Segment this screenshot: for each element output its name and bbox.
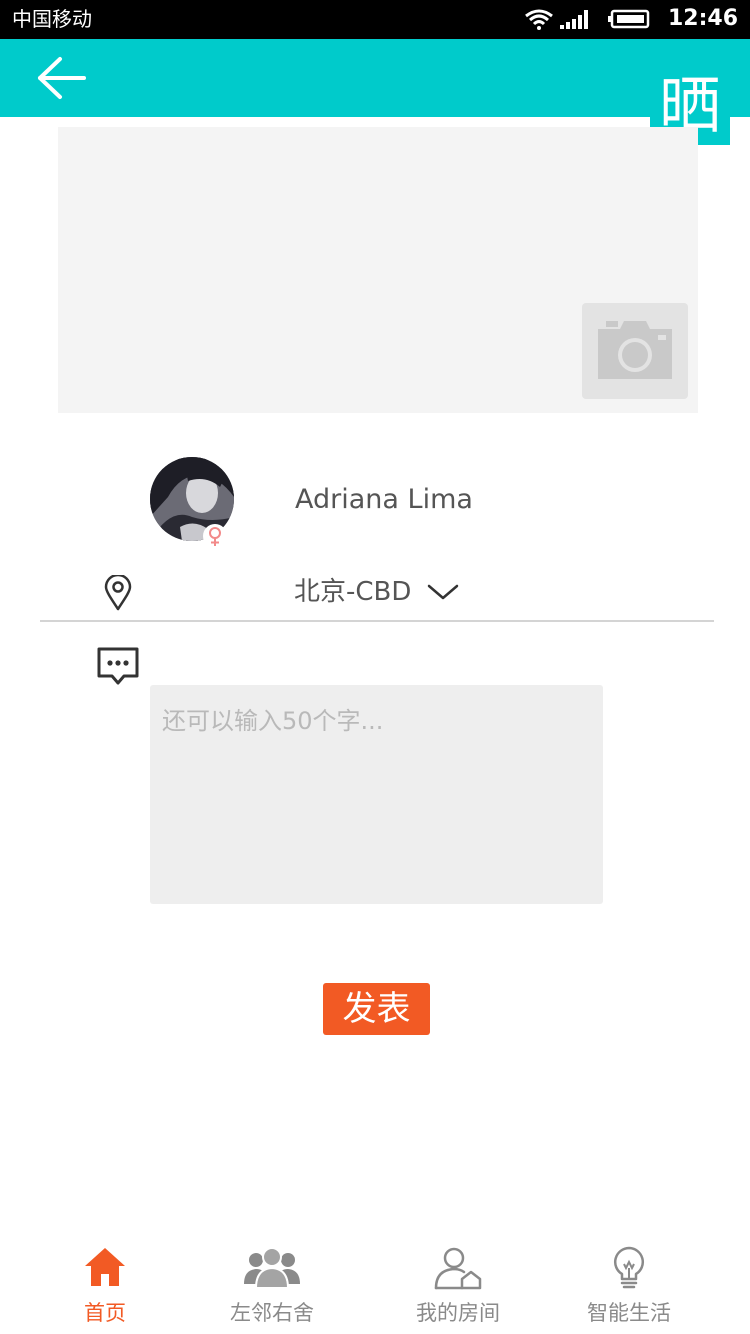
comment-input[interactable]: [150, 685, 603, 904]
user-name: Adriana Lima: [295, 484, 473, 515]
location-value: 北京-CBD: [294, 577, 412, 607]
my-room-icon: [434, 1247, 482, 1290]
camera-button[interactable]: [582, 303, 688, 399]
lightbulb-icon: [613, 1246, 645, 1289]
location-pin-icon: [104, 575, 132, 611]
female-icon: [209, 527, 221, 546]
status-icons: 12:46: [524, 6, 738, 32]
tab-bar: 首页 左邻右舍 我的房间 智能生活: [0, 1234, 750, 1334]
tab-home-label: 首页: [84, 1301, 126, 1325]
chevron-down-icon: [428, 584, 459, 600]
nav-bar: [0, 39, 750, 117]
tab-smart-life-label: 智能生活: [587, 1301, 671, 1325]
tab-neighbors-label: 左邻右舍: [230, 1301, 314, 1325]
tab-smart-life[interactable]: 智能生活: [574, 1244, 684, 1330]
divider: [40, 620, 714, 622]
back-button[interactable]: [34, 55, 90, 101]
signal-icon: [559, 10, 588, 29]
camera-icon: [598, 321, 672, 379]
publish-button[interactable]: 发表: [323, 983, 430, 1035]
home-icon: [85, 1248, 125, 1286]
tab-neighbors[interactable]: 左邻右舍: [217, 1244, 327, 1330]
photo-area[interactable]: [58, 127, 698, 413]
message-icon: [97, 647, 139, 685]
battery-icon: [607, 9, 650, 29]
back-arrow-icon: [38, 57, 86, 99]
tab-my-room-label: 我的房间: [416, 1301, 500, 1325]
gender-female-badge: [203, 524, 227, 548]
carrier-name: 中国移动: [12, 7, 92, 31]
location-select[interactable]: 北京-CBD: [294, 574, 459, 610]
status-time: 12:46: [667, 6, 738, 31]
tab-my-room[interactable]: 我的房间: [403, 1244, 513, 1330]
wifi-icon: [525, 9, 553, 30]
status-bar: 中国移动 12:46: [0, 0, 750, 39]
neighbors-icon: [244, 1247, 300, 1288]
tab-home[interactable]: 首页: [65, 1244, 145, 1330]
